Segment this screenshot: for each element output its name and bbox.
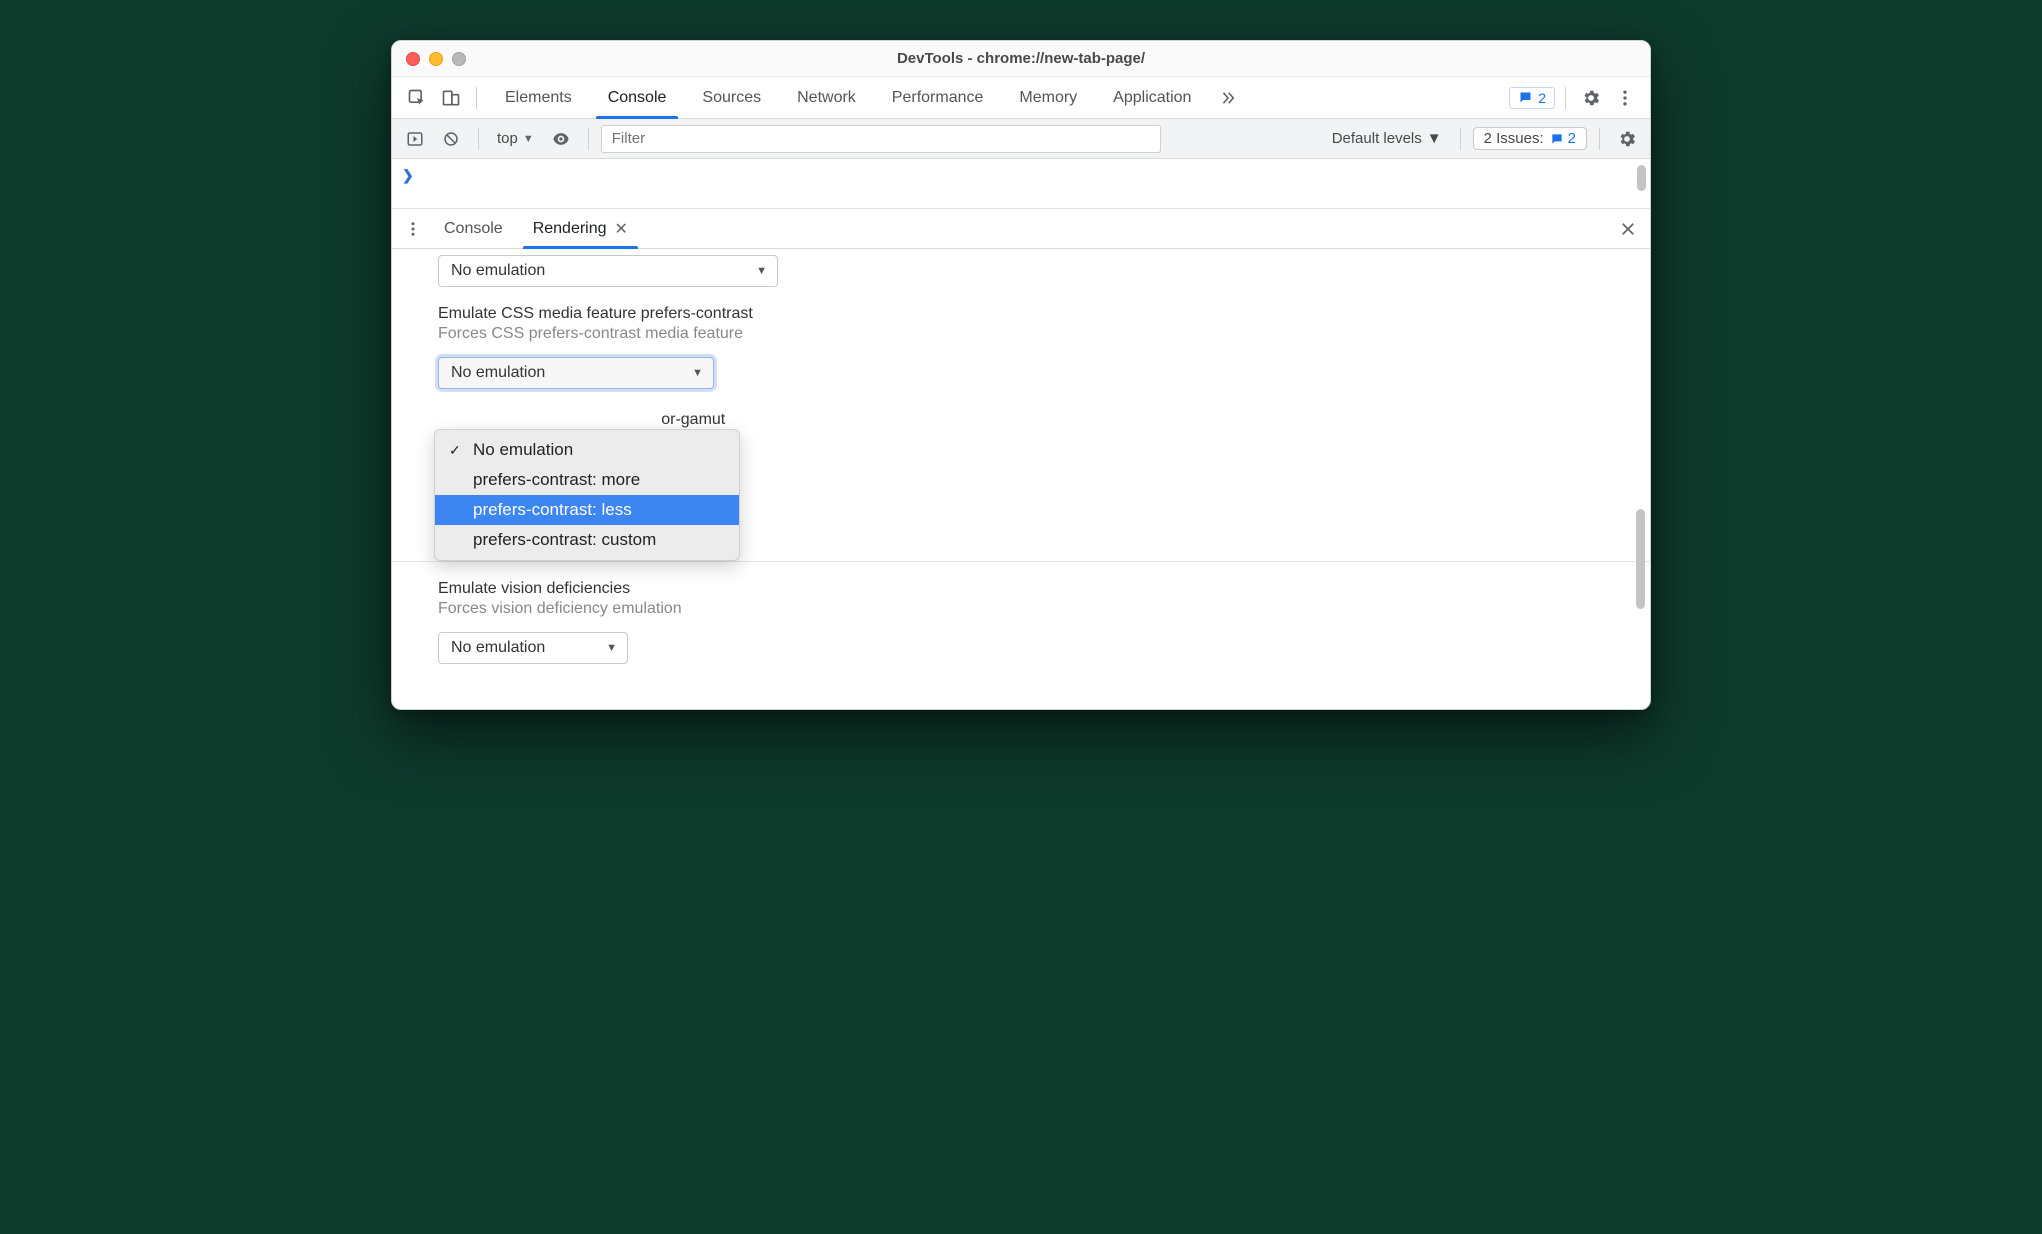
divider [588,128,589,150]
section-title-partial: Emulate CSS media feature color-gamut [438,411,1650,429]
drawer-tab-label: Rendering [533,220,607,238]
device-toolbar-icon[interactable] [436,83,466,113]
section-prefers-contrast: Emulate CSS media feature prefers-contra… [438,305,1650,389]
drawer-tab-console[interactable]: Console [430,209,517,248]
devtools-window: DevTools - chrome://new-tab-page/ Elemen… [391,40,1651,710]
drawer-tab-label: Console [444,220,503,238]
log-level-label: Default levels [1332,130,1422,147]
dropdown-option[interactable]: prefers-contrast: more [435,465,739,495]
vision-deficiency-select[interactable]: No emulation ▼ [438,632,628,664]
drawer-close-icon[interactable] [1612,213,1644,245]
issues-pill[interactable]: 2 Issues: 2 [1473,127,1587,150]
option-label: prefers-contrast: custom [473,530,656,550]
more-options-icon[interactable] [1610,83,1640,113]
tab-memory[interactable]: Memory [1001,77,1095,118]
console-toolbar: top ▼ Default levels ▼ 2 Issues: 2 [392,119,1650,159]
scrollbar[interactable] [1637,165,1646,191]
divider [1460,128,1461,150]
traffic-lights [392,52,466,66]
divider [478,128,479,150]
issues-count: 2 [1568,130,1576,147]
chevron-down-icon: ▼ [606,642,617,654]
rendering-pane: No emulation ▼ Emulate CSS media feature… [392,249,1650,709]
chevron-down-icon: ▼ [756,265,767,277]
main-tabs: Elements Console Sources Network Perform… [487,77,1209,118]
section-subtitle: Forces CSS prefers-contrast media featur… [438,325,1650,343]
divider [1599,128,1600,150]
divider [1565,87,1566,109]
context-label: top [497,130,518,147]
prefers-contrast-select[interactable]: No emulation ▼ [438,357,714,389]
console-body[interactable]: ❯ [392,159,1650,209]
clear-console-icon[interactable] [436,124,466,154]
section-title: Emulate vision deficiencies [438,580,1650,598]
scrollbar[interactable] [1636,509,1645,609]
tab-performance[interactable]: Performance [874,77,1002,118]
drawer-more-icon[interactable] [398,214,428,244]
dropdown-option[interactable]: prefers-contrast: custom [435,525,739,555]
tab-console[interactable]: Console [590,77,685,118]
drawer-tabstrip: Console Rendering ✕ [392,209,1650,249]
divider [392,561,1650,562]
issues-count-wrap: 2 [1550,130,1576,147]
tab-application[interactable]: Application [1095,77,1209,118]
option-label: prefers-contrast: more [473,470,640,490]
select-value: No emulation [451,639,545,657]
option-label: No emulation [473,440,573,460]
settings-icon[interactable] [1576,83,1606,113]
section-subtitle: Forces vision deficiency emulation [438,600,1650,618]
issues-label: 2 Issues: [1484,130,1544,147]
issues-chip[interactable]: 2 [1509,87,1555,109]
select-value: No emulation [451,364,545,382]
window-title: DevTools - chrome://new-tab-page/ [392,50,1650,67]
chevron-down-icon: ▼ [692,367,703,379]
divider [476,87,477,109]
option-label: prefers-contrast: less [473,500,632,520]
section-title: Emulate CSS media feature prefers-contra… [438,305,1650,323]
dropdown-option[interactable]: prefers-contrast: less [435,495,739,525]
close-tab-icon[interactable]: ✕ [615,219,628,239]
live-expression-icon[interactable] [546,124,576,154]
chevron-down-icon: ▼ [1427,130,1442,147]
chevron-down-icon: ▼ [523,133,534,145]
minimize-window-button[interactable] [429,52,443,66]
emulation-select-generic[interactable]: No emulation ▼ [438,255,778,287]
log-level-select[interactable]: Default levels ▼ [1326,130,1448,147]
close-window-button[interactable] [406,52,420,66]
console-settings-icon[interactable] [1612,124,1642,154]
toggle-sidebar-icon[interactable] [400,124,430,154]
zoom-window-button[interactable] [452,52,466,66]
issues-chip-count: 2 [1538,90,1546,106]
tab-sources[interactable]: Sources [684,77,779,118]
more-tabs-icon[interactable] [1213,83,1243,113]
tab-network[interactable]: Network [779,77,874,118]
titlebar: DevTools - chrome://new-tab-page/ [392,41,1650,77]
prompt-caret-icon: ❯ [402,167,414,184]
context-select[interactable]: top ▼ [491,130,540,147]
inspect-element-icon[interactable] [402,83,432,113]
select-value: No emulation [451,262,545,280]
check-icon: ✓ [449,442,465,459]
dropdown-option[interactable]: ✓ No emulation [435,435,739,465]
filter-input[interactable] [601,125,1161,153]
main-tabstrip: Elements Console Sources Network Perform… [392,77,1650,119]
section-vision-deficiencies: Emulate vision deficiencies Forces visio… [438,580,1650,664]
tab-elements[interactable]: Elements [487,77,590,118]
drawer-tab-rendering[interactable]: Rendering ✕ [519,209,642,248]
prefers-contrast-dropdown: ✓ No emulation prefers-contrast: more pr… [434,429,740,561]
